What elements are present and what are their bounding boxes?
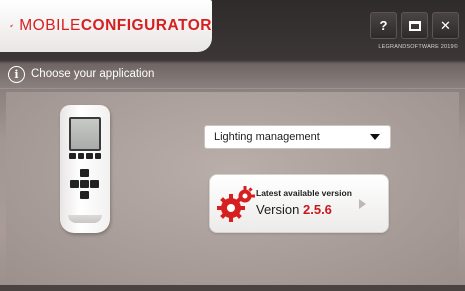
remote-device-image — [60, 105, 110, 233]
version-label: Version 2.5.6 — [256, 202, 332, 217]
device-screen — [69, 117, 101, 151]
divider — [0, 88, 465, 89]
info-text: Choose your application — [31, 68, 155, 80]
info-row: i Choose your application — [8, 64, 154, 84]
dropdown-caret-icon — [370, 134, 380, 140]
help-icon: ? — [379, 18, 388, 33]
app-window: MOBILECONFIGURATOR ? ✕ LEGRANDSOFTWARE 2… — [0, 0, 465, 291]
app-title-light: MOBILE — [19, 17, 81, 34]
info-icon: i — [8, 65, 25, 83]
latest-version-button[interactable]: Latest available version Version 2.5.6 — [209, 174, 389, 233]
close-icon: ✕ — [440, 17, 451, 33]
gears-icon — [217, 186, 255, 222]
content-panel: Lighting management Latest available ver… — [6, 92, 459, 285]
copyright-text: LEGRANDSOFTWARE 2019© — [378, 44, 458, 50]
device-keypad — [70, 169, 100, 199]
app-title: MOBILECONFIGURATOR — [19, 17, 212, 35]
device-softkeys — [69, 153, 101, 159]
version-number: 2.5.6 — [303, 202, 332, 217]
bottom-strip — [0, 285, 465, 291]
version-prefix: Version — [256, 202, 300, 217]
application-select-value: Lighting management — [214, 131, 320, 143]
device-foot — [68, 215, 102, 223]
app-title-bold: CONFIGURATOR — [80, 17, 212, 34]
latest-version-title: Latest available version — [256, 188, 352, 198]
maximize-button[interactable] — [401, 12, 428, 39]
gear-logo-icon — [10, 24, 14, 28]
close-button[interactable]: ✕ — [432, 12, 459, 39]
application-select[interactable]: Lighting management — [204, 125, 391, 149]
play-arrow-icon — [359, 199, 366, 209]
maximize-icon — [408, 20, 421, 31]
title-bar: MOBILECONFIGURATOR ? ✕ LEGRANDSOFTWARE 2… — [0, 0, 465, 60]
help-button[interactable]: ? — [370, 12, 397, 39]
app-logo: MOBILECONFIGURATOR — [0, 0, 212, 52]
